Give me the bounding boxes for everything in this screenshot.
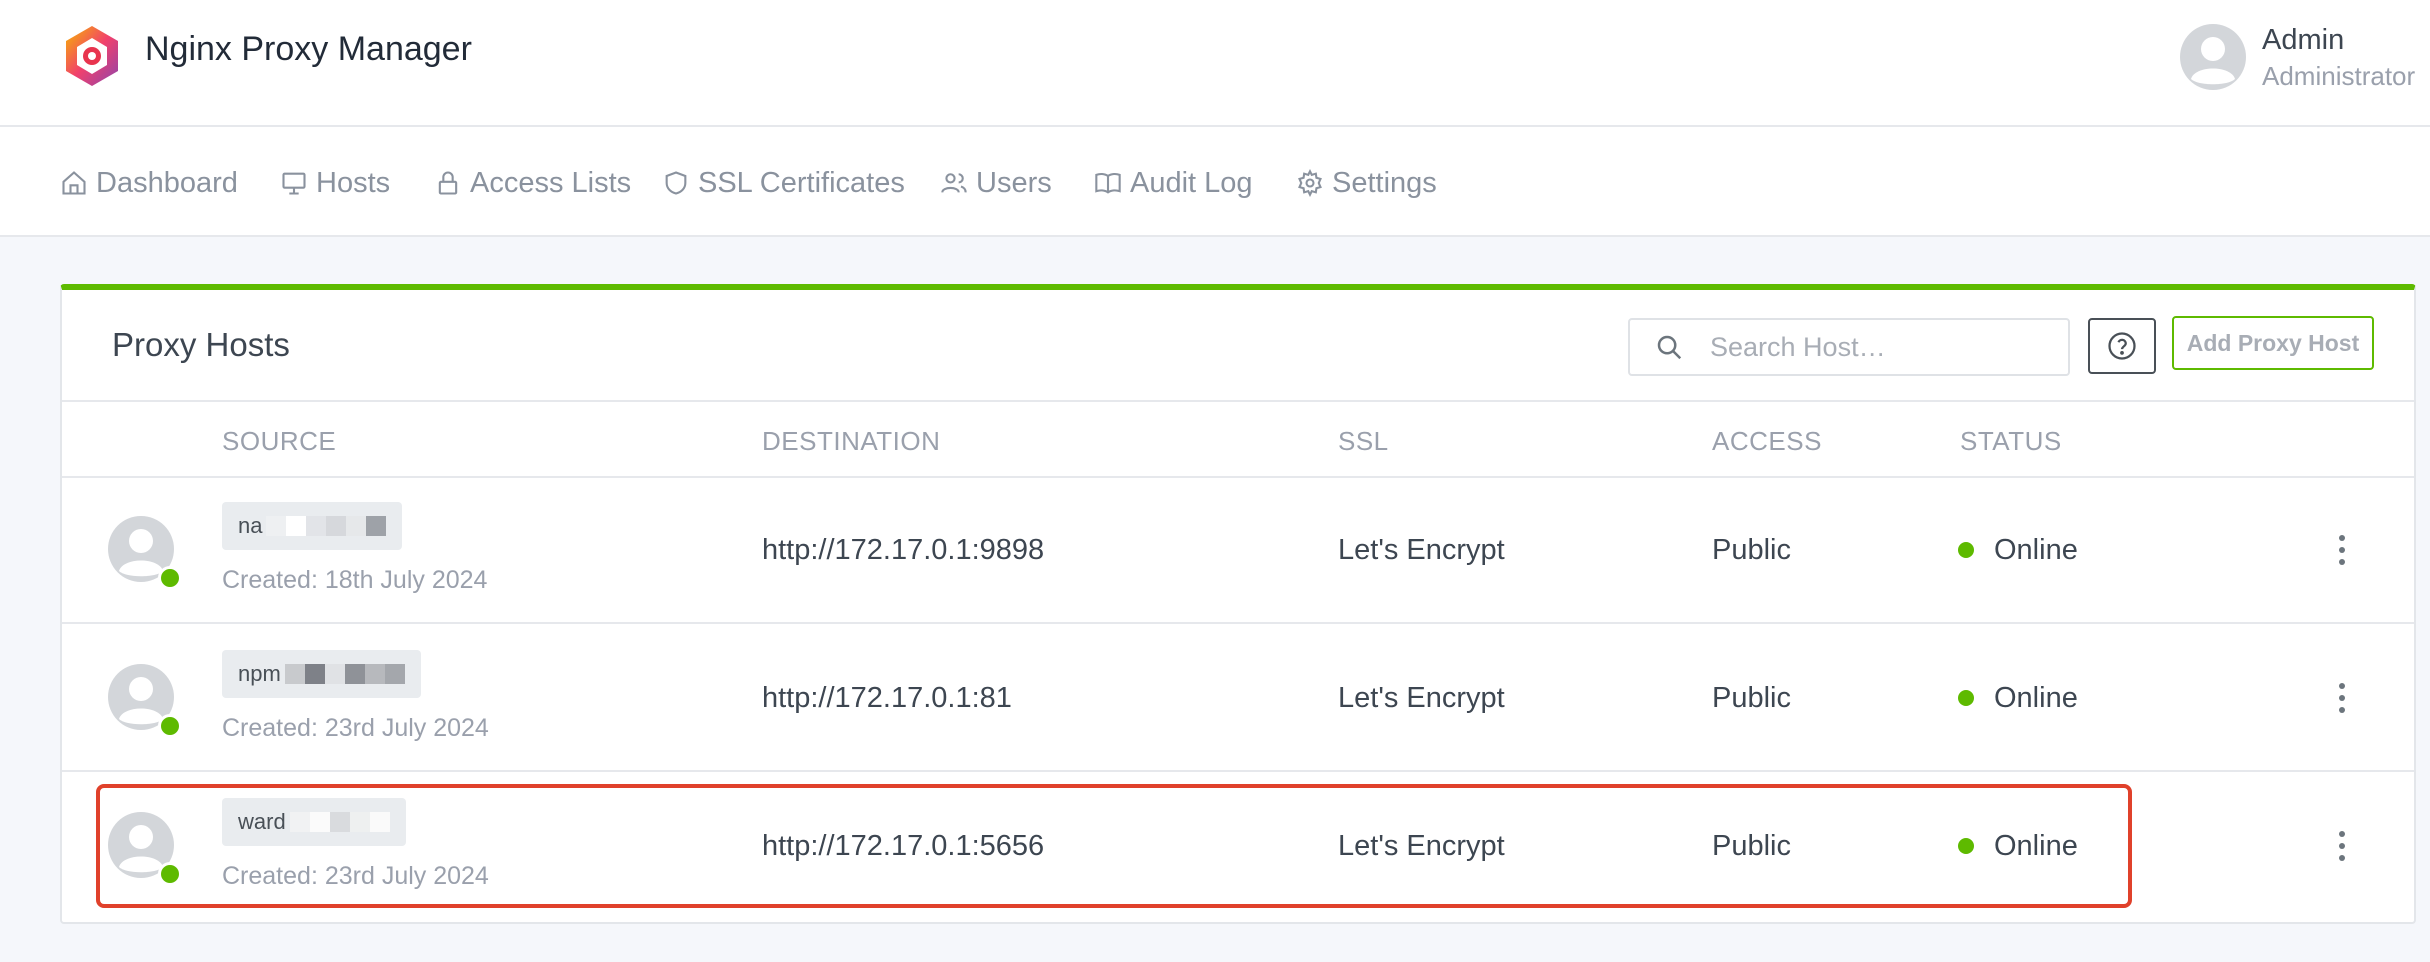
main-nav: Dashboard Hosts Access Lists SSL Certifi… [0, 127, 2430, 237]
user-name[interactable]: Admin [2262, 24, 2344, 57]
status-dot [1958, 542, 1974, 558]
status-text: Online [1994, 534, 2078, 566]
more-options-icon[interactable] [2334, 530, 2350, 570]
table-row[interactable]: npm Created: 23rd July 2024 http://172.1… [62, 624, 2414, 772]
nav-item-label: SSL Certificates [698, 166, 905, 199]
created-date: Created: 18th July 2024 [222, 566, 488, 594]
more-options-icon[interactable] [2334, 826, 2350, 866]
table-header: SOURCE DESTINATION SSL ACCESS STATUS [62, 400, 2414, 478]
nav-item-settings[interactable]: Settings [1296, 163, 1437, 203]
redacted-block [289, 812, 390, 832]
question-circle-icon [2108, 332, 2136, 360]
status-text: Online [1994, 830, 2078, 862]
online-indicator [158, 714, 182, 738]
nav-item-audit-log[interactable]: Audit Log [1094, 163, 1253, 203]
ssl-text: Let's Encrypt [1338, 830, 1505, 862]
shield-icon [665, 171, 687, 195]
card-title: Proxy Hosts [112, 326, 290, 363]
user-role: Administrator [2262, 61, 2416, 91]
destination-text: http://172.17.0.1:5656 [762, 830, 1045, 862]
more-options-icon[interactable] [2334, 678, 2350, 718]
column-header-access[interactable]: ACCESS [1712, 426, 1822, 457]
source-domain-text: npm [238, 661, 281, 686]
user-avatar-icon[interactable] [2180, 24, 2246, 90]
book-icon [1095, 173, 1121, 194]
source-domain-pill[interactable]: na [222, 502, 403, 550]
column-header-source[interactable]: SOURCE [222, 426, 336, 457]
gear-icon [1298, 169, 1322, 197]
users-icon [941, 173, 967, 193]
search-box[interactable] [1628, 318, 2070, 376]
nav-item-label: Access Lists [470, 166, 632, 199]
online-indicator [158, 862, 182, 886]
app-title[interactable]: Nginx Proxy Manager [145, 30, 472, 69]
column-header-ssl[interactable]: SSL [1338, 426, 1389, 457]
ssl-text: Let's Encrypt [1338, 534, 1505, 566]
status-dot [1958, 838, 1974, 854]
ssl-text: Let's Encrypt [1338, 682, 1505, 714]
nav-item-label: Audit Log [1130, 166, 1253, 199]
online-indicator [158, 566, 182, 590]
nginx-proxy-manager-logo-icon[interactable] [60, 24, 124, 88]
created-date: Created: 23rd July 2024 [222, 862, 489, 890]
nav-item-hosts[interactable]: Hosts [280, 163, 390, 203]
nav-item-label: Dashboard [96, 166, 238, 199]
source-domain-text: na [238, 513, 263, 538]
help-button[interactable] [2088, 318, 2156, 374]
lock-icon [438, 171, 458, 195]
nav-item-ssl-certificates[interactable]: SSL Certificates [662, 163, 905, 203]
nav-item-users[interactable]: Users [940, 163, 1052, 203]
destination-text: http://172.17.0.1:9898 [762, 534, 1045, 566]
proxy-hosts-card: Proxy Hosts Add Proxy Host SOURCE DESTIN… [60, 284, 2416, 924]
access-text: Public [1712, 830, 1791, 862]
monitor-icon [282, 172, 306, 195]
status-dot [1958, 690, 1974, 706]
search-icon [1657, 335, 1682, 360]
nav-item-label: Users [976, 166, 1052, 199]
column-header-status[interactable]: STATUS [1960, 426, 2062, 457]
access-text: Public [1712, 682, 1791, 714]
add-proxy-host-button[interactable]: Add Proxy Host [2172, 316, 2374, 370]
home-icon [62, 171, 86, 195]
column-header-destination[interactable]: DESTINATION [762, 426, 940, 457]
search-input[interactable] [1708, 326, 2052, 368]
top-header: Nginx Proxy Manager Admin Administrator [0, 0, 2430, 127]
table-row[interactable]: na Created: 18th July 2024 http://172.17… [62, 476, 2414, 624]
nav-item-access-lists[interactable]: Access Lists [434, 163, 631, 203]
table-row[interactable]: ward Created: 23rd July 2024 http://172.… [62, 772, 2414, 918]
access-text: Public [1712, 534, 1791, 566]
source-domain-pill[interactable]: ward [222, 798, 406, 846]
nav-item-label: Settings [1332, 166, 1437, 199]
redacted-block [266, 516, 387, 536]
redacted-block [284, 664, 405, 684]
nav-item-label: Hosts [316, 166, 391, 199]
nav-item-dashboard[interactable]: Dashboard [60, 163, 238, 203]
status-text: Online [1994, 682, 2078, 714]
destination-text: http://172.17.0.1:81 [762, 682, 1012, 714]
source-domain-pill[interactable]: npm [222, 650, 421, 698]
created-date: Created: 23rd July 2024 [222, 714, 489, 742]
source-domain-text: ward [238, 809, 286, 834]
